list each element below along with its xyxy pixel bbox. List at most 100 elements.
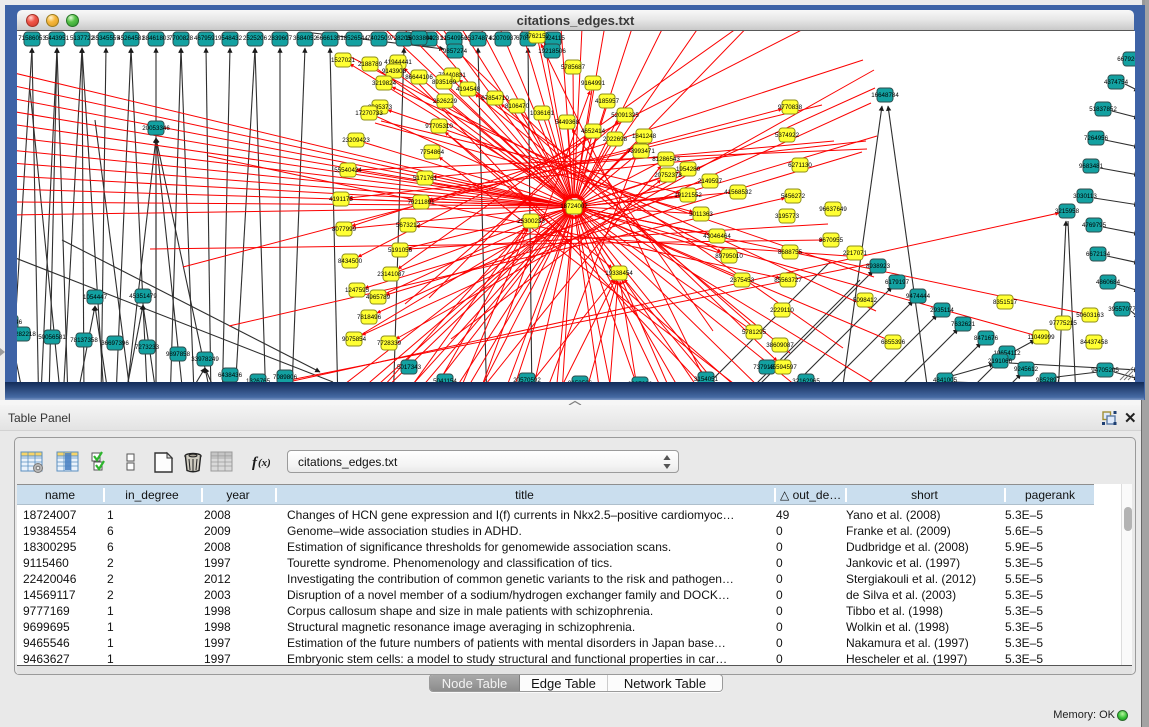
svg-text:9897858: 9897858 xyxy=(166,351,191,358)
svg-text:8471676: 8471676 xyxy=(974,335,999,342)
svg-text:25300233: 25300233 xyxy=(517,218,545,225)
svg-text:9548432: 9548432 xyxy=(218,35,243,42)
svg-text:9852897: 9852897 xyxy=(1036,377,1061,382)
svg-text:7402509: 7402509 xyxy=(367,35,392,42)
svg-text:23141087: 23141087 xyxy=(377,271,405,278)
svg-text:6855396: 6855396 xyxy=(881,339,906,346)
svg-text:51837852: 51837852 xyxy=(1089,106,1117,113)
svg-text:4374754: 4374754 xyxy=(1104,79,1129,86)
svg-text:3219824: 3219824 xyxy=(372,80,397,87)
svg-text:5443951: 5443951 xyxy=(45,35,70,42)
svg-text:2375453: 2375453 xyxy=(730,277,755,284)
svg-text:7264956: 7264956 xyxy=(1084,135,1109,142)
svg-text:3684052: 3684052 xyxy=(293,35,318,42)
svg-text:5041154: 5041154 xyxy=(433,378,457,382)
svg-text:43046464: 43046464 xyxy=(703,233,731,240)
svg-text:55540424: 55540424 xyxy=(334,167,362,174)
svg-text:6179197: 6179197 xyxy=(885,279,910,286)
svg-text:2188789: 2188789 xyxy=(358,61,383,68)
svg-text:5191056: 5191056 xyxy=(388,247,413,254)
svg-text:85345555: 85345555 xyxy=(92,35,120,42)
svg-text:18724007: 18724007 xyxy=(560,203,588,210)
svg-text:3195773: 3195773 xyxy=(775,213,800,220)
svg-text:97775215: 97775215 xyxy=(1049,320,1077,327)
svg-text:9770838: 9770838 xyxy=(778,104,803,111)
svg-text:8935169: 8935169 xyxy=(432,79,457,86)
svg-text:19338454: 19338454 xyxy=(605,270,633,277)
svg-text:16648784: 16648784 xyxy=(871,92,899,99)
svg-text:2839607: 2839607 xyxy=(268,35,293,42)
svg-text:81286543: 81286543 xyxy=(652,156,680,163)
svg-text:78137358: 78137358 xyxy=(70,337,98,344)
svg-text:71586053: 71586053 xyxy=(18,35,46,42)
svg-text:2149597: 2149597 xyxy=(698,178,723,185)
svg-text:3215958: 3215958 xyxy=(1055,208,1080,215)
svg-text:4191175: 4191175 xyxy=(329,196,353,203)
svg-text:5171761: 5171761 xyxy=(413,175,438,182)
svg-text:9857274: 9857274 xyxy=(443,48,468,55)
svg-text:7700828: 7700828 xyxy=(169,35,194,42)
svg-text:5785687: 5785687 xyxy=(561,64,586,71)
svg-text:20570592: 20570592 xyxy=(513,377,541,382)
svg-text:20053346: 20053346 xyxy=(142,125,170,132)
svg-text:7728339: 7728339 xyxy=(377,340,402,347)
svg-text:5456272: 5456272 xyxy=(781,193,806,200)
svg-text:20752378: 20752378 xyxy=(654,172,682,179)
svg-text:19121552: 19121552 xyxy=(674,192,702,199)
svg-text:17270733: 17270733 xyxy=(355,110,383,117)
svg-text:85563727: 85563727 xyxy=(774,277,802,284)
svg-text:7273233: 7273233 xyxy=(135,344,160,351)
svg-text:5673212: 5673212 xyxy=(396,222,421,229)
svg-text:4769795: 4769795 xyxy=(1082,222,1107,229)
svg-text:39557077: 39557077 xyxy=(1108,306,1135,313)
svg-text:9075854: 9075854 xyxy=(342,336,367,343)
svg-text:9937326: 9937326 xyxy=(628,381,653,382)
svg-text:52091325: 52091325 xyxy=(611,112,639,119)
svg-text:9143903: 9143903 xyxy=(382,68,407,75)
svg-text:25374874: 25374874 xyxy=(464,35,492,42)
svg-text:8106470: 8106470 xyxy=(505,103,530,110)
svg-text:66792612: 66792612 xyxy=(1117,56,1135,63)
svg-text:1247595: 1247595 xyxy=(345,287,370,294)
svg-text:33978249: 33978249 xyxy=(191,356,219,363)
svg-text:2022698: 2022698 xyxy=(603,136,628,143)
svg-text:5017343: 5017343 xyxy=(397,364,422,371)
svg-text:(x): (x) xyxy=(258,457,270,469)
svg-text:9164991: 9164991 xyxy=(581,80,606,87)
svg-text:82070937: 82070937 xyxy=(489,35,517,42)
svg-text:5098412: 5098412 xyxy=(853,297,878,304)
svg-text:6438436: 6438436 xyxy=(218,372,243,379)
svg-text:8351517: 8351517 xyxy=(993,299,1018,306)
svg-text:45264581: 45264581 xyxy=(117,35,145,42)
svg-text:8670955: 8670955 xyxy=(819,237,844,244)
svg-text:96637649: 96637649 xyxy=(819,206,847,213)
svg-text:4679591: 4679591 xyxy=(194,35,219,42)
svg-text:86644106: 86644106 xyxy=(405,74,433,81)
svg-text:23209423: 23209423 xyxy=(342,137,370,144)
svg-text:1841248: 1841248 xyxy=(632,133,657,140)
svg-text:3154051: 3154051 xyxy=(694,376,719,382)
svg-text:2525206: 2525206 xyxy=(243,35,268,42)
svg-text:2217071: 2217071 xyxy=(843,250,868,257)
svg-text:70211891: 70211891 xyxy=(407,199,435,206)
svg-text:2626229: 2626229 xyxy=(433,98,458,105)
svg-text:36697396: 36697396 xyxy=(101,340,129,347)
svg-text:50603163: 50603163 xyxy=(1076,312,1104,319)
svg-text:2191066: 2191066 xyxy=(988,358,1013,365)
svg-text:2229110: 2229110 xyxy=(770,307,794,314)
svg-text:8434500: 8434500 xyxy=(338,258,363,265)
svg-text:1054447: 1054447 xyxy=(83,294,108,301)
svg-text:18526544: 18526544 xyxy=(340,35,368,42)
svg-text:4841005: 4841005 xyxy=(933,377,958,382)
svg-text:45594597: 45594597 xyxy=(769,364,797,371)
svg-text:6271130: 6271130 xyxy=(788,162,812,169)
svg-text:3762152: 3762152 xyxy=(525,33,550,40)
svg-text:67854710: 67854710 xyxy=(481,95,509,102)
svg-text:3653446: 3653446 xyxy=(17,319,23,326)
svg-text:1527021: 1527021 xyxy=(331,57,356,64)
svg-text:88461803: 88461803 xyxy=(142,35,170,42)
svg-text:4652414: 4652414 xyxy=(581,128,606,135)
svg-text:3011363: 3011363 xyxy=(689,211,713,218)
svg-text:6672134: 6672134 xyxy=(1086,251,1111,258)
svg-text:5374922: 5374922 xyxy=(775,132,800,139)
